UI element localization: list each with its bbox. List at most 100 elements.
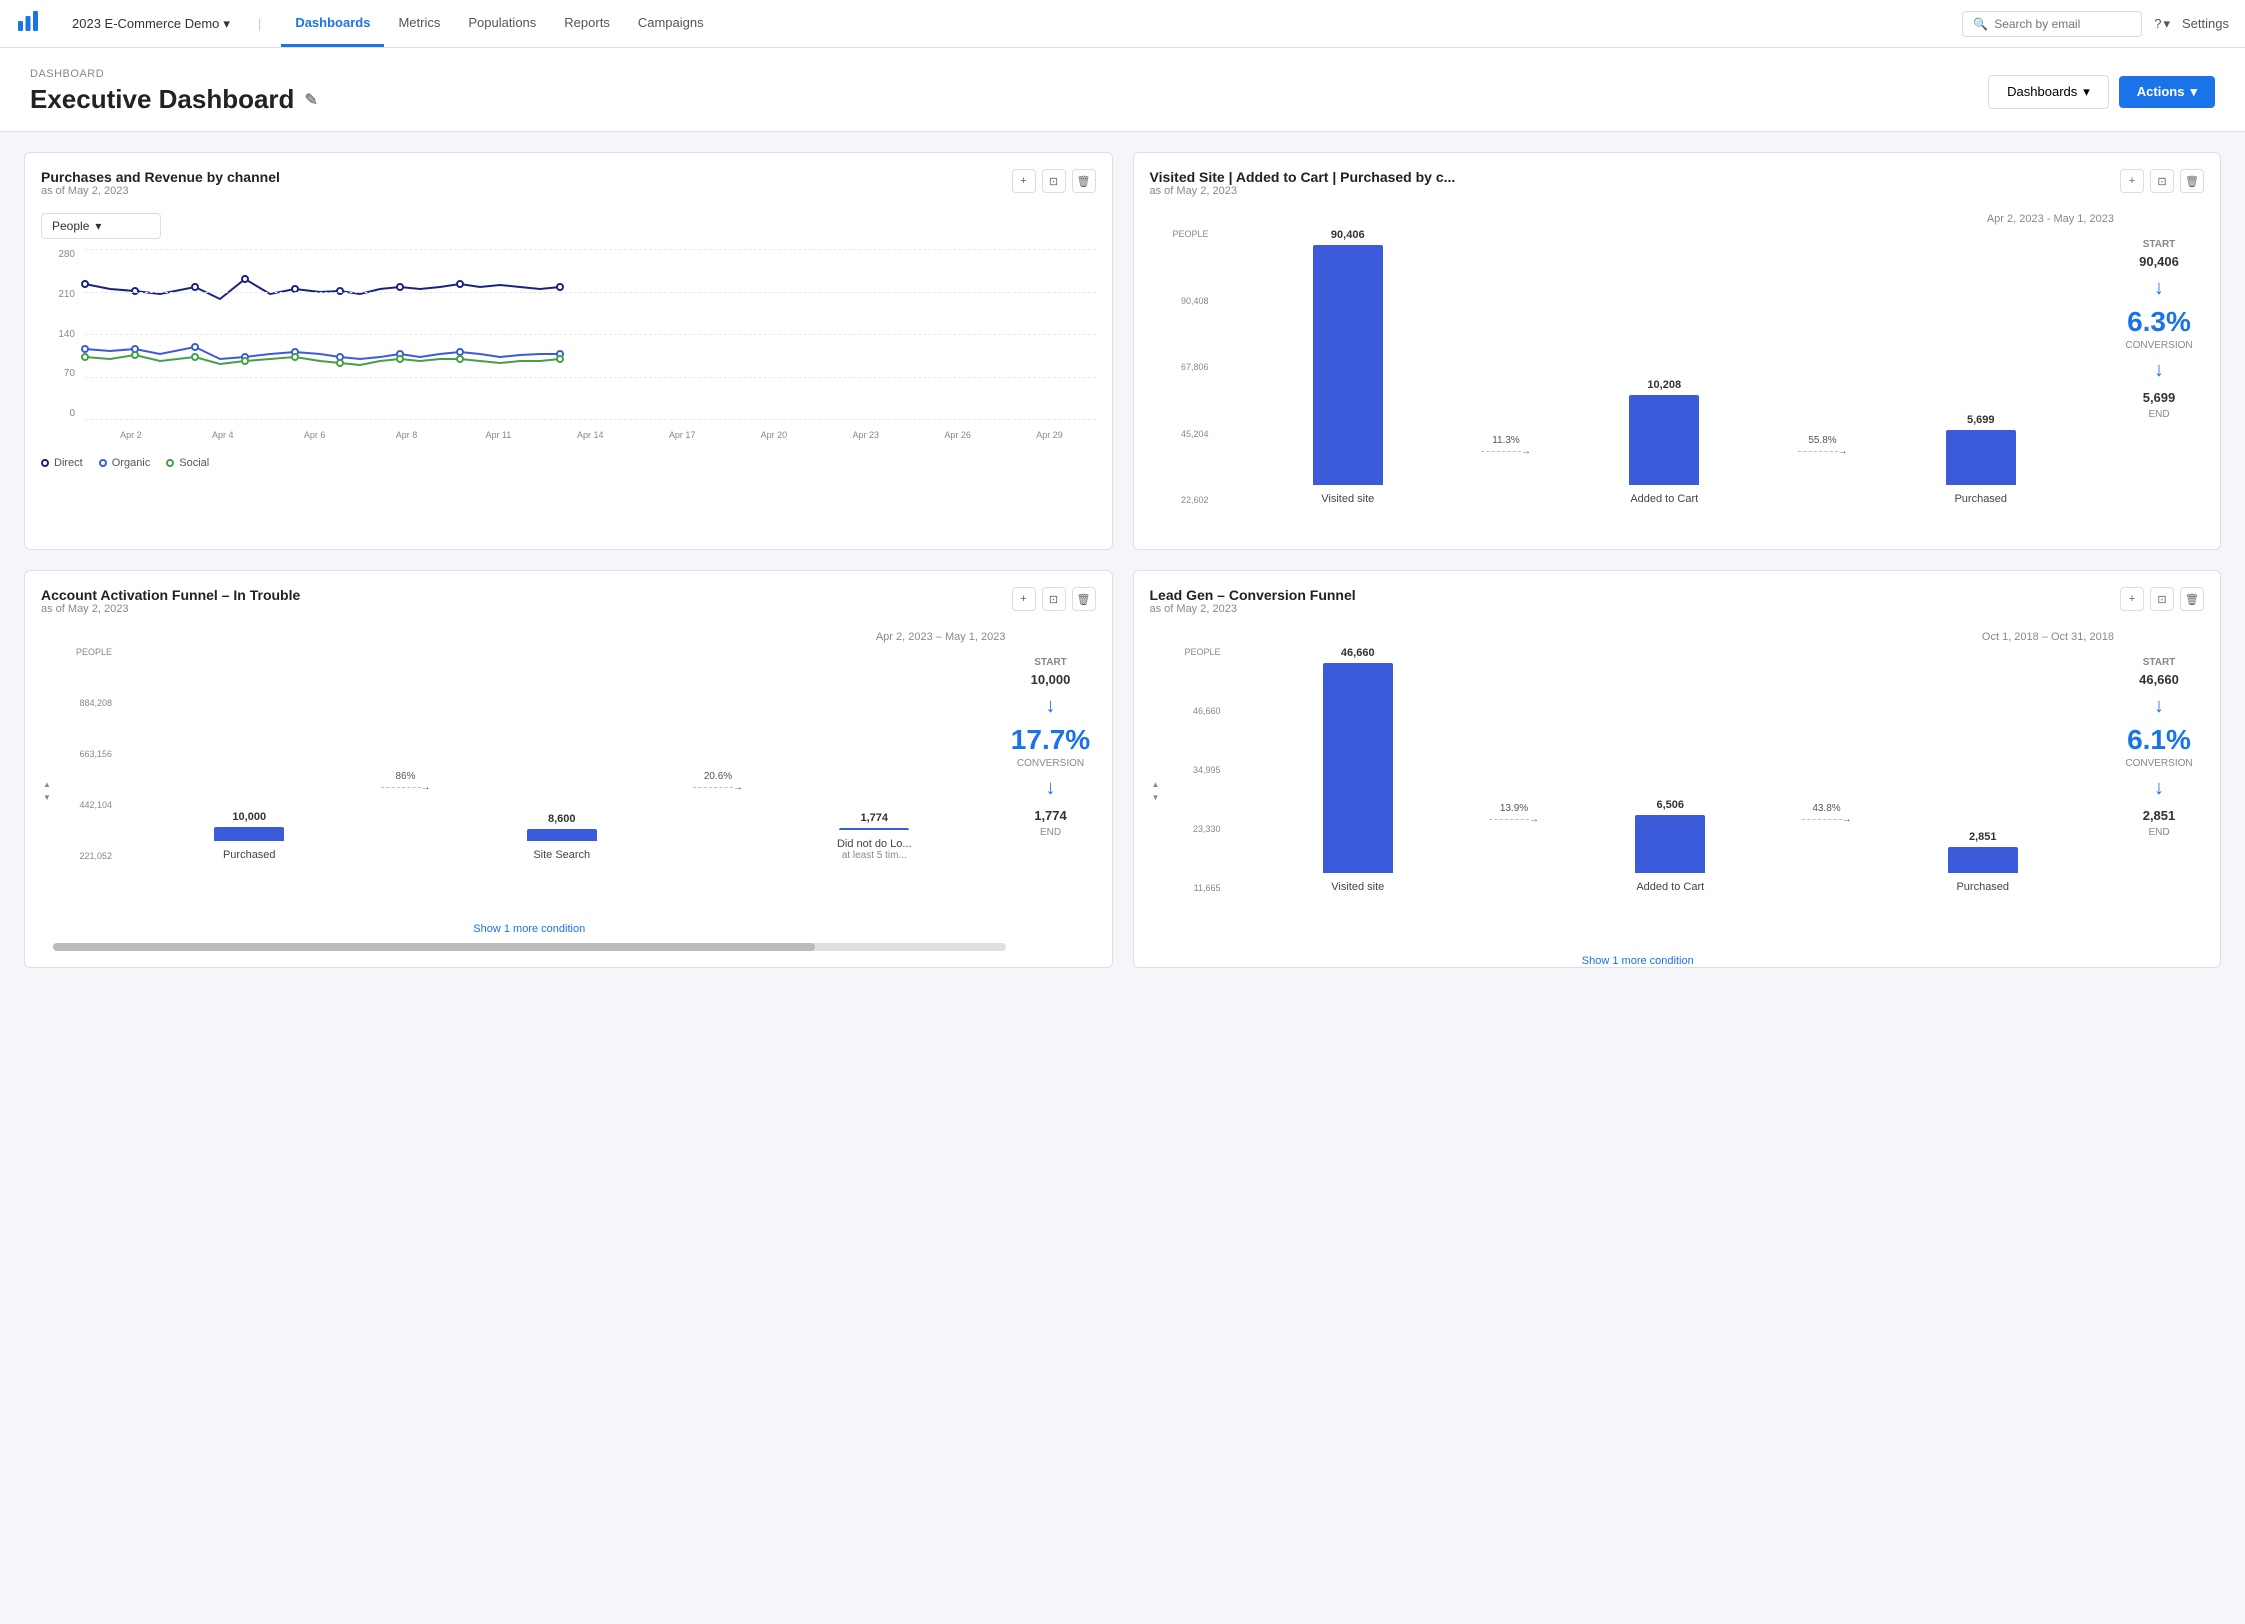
grid-line-50	[85, 334, 1096, 335]
settings-button[interactable]: Settings	[2182, 16, 2229, 31]
card2-chart-main: Apr 2, 2023 - May 1, 2023 PEOPLE 90,408 …	[1150, 213, 2115, 533]
legend-direct-dot	[41, 459, 49, 467]
edit-icon[interactable]: ✎	[304, 90, 317, 110]
card1-copy-btn[interactable]: ⊡	[1042, 169, 1066, 193]
c3-bar1-value: 10,000	[232, 811, 266, 823]
breadcrumb: DASHBOARD	[30, 68, 318, 80]
bar1-name: Visited site	[1321, 493, 1374, 505]
card4-delete-btn[interactable]: 🗑	[2180, 587, 2204, 611]
x-label-10: Apr 29	[1004, 430, 1096, 440]
conversion-label: CONVERSION	[2125, 340, 2192, 351]
card1-add-btn[interactable]: +	[1012, 169, 1036, 193]
actions-button[interactable]: Actions ▾	[2119, 76, 2215, 108]
card3-y-axis: PEOPLE 884,208 663,156 442,104 221,052	[53, 647, 118, 921]
c3-end-value: 1,774	[1034, 808, 1067, 823]
card2-title: Visited Site | Added to Cart | Purchased…	[1150, 169, 1456, 185]
bar3-rect	[1946, 430, 2016, 485]
c4y0: 46,660	[1193, 706, 1221, 716]
nav-right: 🔍 ? ▾ Settings	[1962, 11, 2229, 37]
x-label-3: Apr 8	[361, 430, 453, 440]
nav-reports[interactable]: Reports	[550, 1, 624, 47]
page-title-text: Executive Dashboard	[30, 84, 294, 115]
conversion-value: 6.3%	[2127, 308, 2191, 336]
c3-bar2-value: 8,600	[548, 813, 576, 825]
search-box[interactable]: 🔍	[1962, 11, 2142, 37]
legend-organic-label: Organic	[112, 457, 151, 469]
legend-organic: Organic	[99, 457, 151, 469]
card3-inner: PEOPLE 884,208 663,156 442,104 221,052 1…	[53, 647, 1006, 921]
card2-copy-btn[interactable]: ⊡	[2150, 169, 2174, 193]
c3-bar3-value: 1,774	[860, 812, 888, 824]
c4-bar3-name: Purchased	[1956, 881, 2009, 893]
card4-show-more[interactable]: Show 1 more condition	[1162, 955, 2115, 967]
card3-actions: + ⊡ 🗑	[1012, 587, 1096, 611]
chart-legend: Direct Organic Social	[41, 457, 1096, 469]
c3-start-label: START	[1034, 657, 1067, 668]
c3-conversion: 17.7%	[1011, 726, 1090, 754]
c4-bar2-name: Added to Cart	[1636, 881, 1704, 893]
card4-title: Lead Gen – Conversion Funnel	[1150, 587, 1356, 603]
card2-subtitle: as of May 2, 2023	[1150, 185, 1456, 197]
help-button[interactable]: ? ▾	[2154, 16, 2170, 32]
card1-delete-btn[interactable]: 🗑	[1072, 169, 1096, 193]
card3-scroll-left[interactable]: ▲ ▼	[41, 631, 53, 951]
card4-chart-container: ▲ ▼ Oct 1, 2018 – Oct 31, 2018 PEOPLE 46…	[1150, 631, 2205, 951]
card3-add-btn[interactable]: +	[1012, 587, 1036, 611]
c4-bar2-value: 6,506	[1656, 799, 1684, 811]
card3-copy-btn[interactable]: ⊡	[1042, 587, 1066, 611]
card3-show-more[interactable]: Show 1 more condition	[53, 923, 1006, 935]
app-logo	[16, 9, 40, 39]
card3-delete-btn[interactable]: 🗑	[1072, 587, 1096, 611]
c3-bar3: 1,774 Did not do Lo... at least 5 tim...	[743, 812, 1006, 861]
nav-dashboards[interactable]: Dashboards	[281, 1, 384, 47]
card4-right-stats: START 46,660 ↓ 6.1% CONVERSION ↓ 2,851 E…	[2114, 631, 2204, 951]
card2-date-range: Apr 2, 2023 - May 1, 2023	[1150, 213, 2115, 225]
card4-scroll-left[interactable]: ▲ ▼	[1150, 631, 1162, 951]
grid-line-top	[85, 249, 1096, 250]
card3-chart-container: ▲ ▼ Apr 2, 2023 – May 1, 2023 PEOPLE 884…	[41, 631, 1096, 951]
card3-scrollbar[interactable]	[53, 943, 1006, 951]
c4-start-label: START	[2143, 657, 2176, 668]
nav-separator: |	[258, 16, 261, 31]
card2-add-btn[interactable]: +	[2120, 169, 2144, 193]
card3-right-stats: START 10,000 ↓ 17.7% CONVERSION ↓ 1,774 …	[1006, 631, 1096, 951]
card2-delete-btn[interactable]: 🗑	[2180, 169, 2204, 193]
y-label-70: 70	[64, 368, 75, 379]
card3-bars-area: 10,000 Purchased 86% →	[118, 647, 1006, 921]
card-account-activation: Account Activation Funnel – In Trouble a…	[24, 570, 1113, 968]
nav-campaigns[interactable]: Campaigns	[624, 1, 718, 47]
c4-start-value: 46,660	[2139, 672, 2179, 687]
c3-bar1-name: Purchased	[223, 849, 276, 861]
c4-conn2-pct: 43.8%	[1812, 803, 1840, 814]
c3-conn1: 86% →	[381, 771, 431, 861]
app-name[interactable]: 2023 E-Commerce Demo ▾	[64, 12, 238, 36]
top-nav: 2023 E-Commerce Demo ▾ | Dashboards Metr…	[0, 0, 2245, 48]
nav-populations[interactable]: Populations	[454, 1, 550, 47]
c3-bar3-subname: at least 5 tim...	[842, 850, 907, 861]
card-visited-site: Visited Site | Added to Cart | Purchased…	[1133, 152, 2222, 550]
search-input[interactable]	[1994, 17, 2131, 31]
c4-conn1-pct: 13.9%	[1500, 803, 1528, 814]
bar3-value: 5,699	[1967, 414, 1995, 426]
c4y2: 23,330	[1193, 824, 1221, 834]
dashboards-btn-label: Dashboards	[2007, 84, 2077, 99]
page-header-left: DASHBOARD Executive Dashboard ✎	[30, 68, 318, 115]
card3-scrollbar-thumb	[53, 943, 815, 951]
dropdown-chevron-icon: ▾	[95, 219, 101, 233]
x-label-4: Apr 11	[452, 430, 544, 440]
start-value: 90,406	[2139, 254, 2179, 269]
bar1-rect	[1313, 245, 1383, 485]
card4-copy-btn[interactable]: ⊡	[2150, 587, 2174, 611]
nav-metrics[interactable]: Metrics	[384, 1, 454, 47]
c4-bar1: 46,660 Visited site	[1227, 647, 1490, 893]
bar3-name: Purchased	[1954, 493, 2007, 505]
card4-add-btn[interactable]: +	[2120, 587, 2144, 611]
c4-conv-label: CONVERSION	[2125, 758, 2192, 769]
dashboards-button[interactable]: Dashboards ▾	[1988, 75, 2109, 109]
people-dropdown[interactable]: People ▾	[41, 213, 161, 239]
c3-bar1-rect	[214, 827, 284, 841]
card4-inner: PEOPLE 46,660 34,995 23,330 11,665 46,66…	[1162, 647, 2115, 953]
c3y2: 442,104	[79, 800, 112, 810]
page-title: Executive Dashboard ✎	[30, 84, 318, 115]
c4-bar1-value: 46,660	[1341, 647, 1375, 659]
